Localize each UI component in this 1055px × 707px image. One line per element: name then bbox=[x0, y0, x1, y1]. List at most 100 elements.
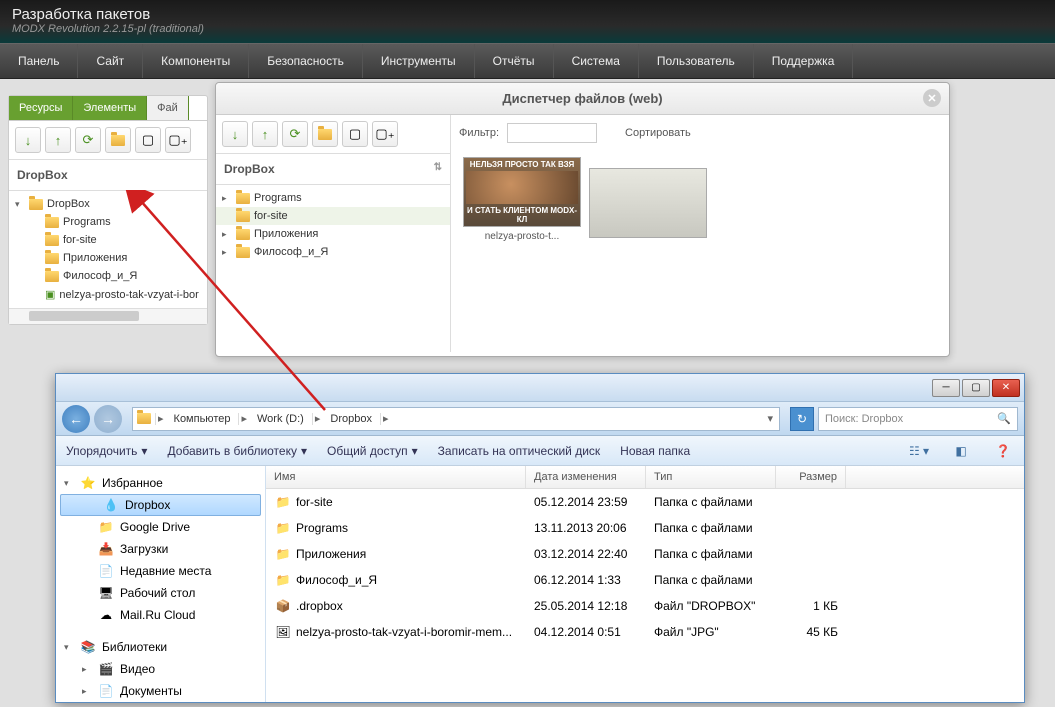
explorer-toolbar: Упорядочить ▾ Добавить в библиотеку ▾ Об… bbox=[56, 436, 1024, 466]
breadcrumb[interactable]: ▸Компьютер▸Work (D:)▸Dropbox▸▾ bbox=[132, 407, 780, 431]
back-button[interactable]: ← bbox=[62, 405, 90, 433]
search-input[interactable]: Поиск: Dropbox 🔍 bbox=[818, 407, 1018, 431]
page-add-icon[interactable]: ▢₊ bbox=[372, 121, 398, 147]
tree-node[interactable]: 🖥Рабочий стол bbox=[56, 582, 265, 604]
nav-item[interactable]: Пользователь bbox=[639, 44, 754, 78]
arrow-down-icon[interactable]: ↓ bbox=[222, 121, 248, 147]
arrow-down-icon[interactable]: ↓ bbox=[15, 127, 41, 153]
view-icon[interactable]: ☷ ▾ bbox=[908, 440, 930, 462]
breadcrumb-segment[interactable]: Work (D:) bbox=[249, 413, 313, 425]
explorer-list: Имя Дата изменения Тип Размер 📁for-site0… bbox=[266, 466, 1024, 702]
column-headers[interactable]: Имя Дата изменения Тип Размер bbox=[266, 466, 1024, 489]
breadcrumb-segment[interactable]: Dropbox bbox=[322, 413, 381, 425]
section-header[interactable]: DropBox bbox=[9, 160, 207, 191]
folder-icon[interactable] bbox=[312, 121, 338, 147]
add-library-menu[interactable]: Добавить в библиотеку ▾ bbox=[167, 444, 307, 458]
nav-item[interactable]: Компоненты bbox=[143, 44, 249, 78]
tab[interactable]: Элементы bbox=[73, 96, 147, 120]
nav-item[interactable]: Инструменты bbox=[363, 44, 475, 78]
page-icon[interactable]: ▢ bbox=[342, 121, 368, 147]
modx-nav: ПанельСайтКомпонентыБезопасностьИнструме… bbox=[0, 43, 1055, 79]
col-size[interactable]: Размер bbox=[776, 466, 846, 488]
dialog-section-header[interactable]: DropBox ⇅ bbox=[216, 154, 450, 185]
tree-item[interactable]: ▾DropBox bbox=[9, 195, 207, 213]
tree-node[interactable]: 💧Dropbox bbox=[60, 494, 261, 516]
thumbnail[interactable]: НЕЛЬЗЯ ПРОСТО ТАК ВЗЯИ СТАТЬ КЛИЕНТОМ MO… bbox=[463, 157, 581, 242]
organize-menu[interactable]: Упорядочить ▾ bbox=[66, 444, 147, 458]
dialog-tree: ▸Programsfor-site▸Приложения▸Философ_и_Я bbox=[216, 185, 450, 265]
left-toolbar: ↓ ↑ ⟳ ▢ ▢₊ bbox=[9, 121, 207, 160]
tree-node[interactable] bbox=[56, 626, 265, 636]
tree-item[interactable]: ▸Programs bbox=[216, 189, 450, 207]
tree-item[interactable]: Programs bbox=[9, 213, 207, 231]
filter-input[interactable] bbox=[507, 123, 597, 143]
tree-node[interactable]: 📁Google Drive bbox=[56, 516, 265, 538]
help-icon[interactable]: ❓ bbox=[992, 440, 1014, 462]
modx-header: Разработка пакетов MODX Revolution 2.2.1… bbox=[0, 0, 1055, 43]
page-title: Разработка пакетов bbox=[12, 6, 1043, 23]
arrow-up-icon[interactable]: ↑ bbox=[45, 127, 71, 153]
new-folder-button[interactable]: Новая папка bbox=[620, 444, 690, 458]
tree-node[interactable]: ▾📚Библиотеки bbox=[56, 636, 265, 658]
file-row[interactable]: 📦.dropbox25.05.2014 12:18Файл "DROPBOX"1… bbox=[266, 593, 1024, 619]
nav-item[interactable]: Система bbox=[554, 44, 639, 78]
file-row[interactable]: 📁Programs13.11.2013 20:06Папка с файлами bbox=[266, 515, 1024, 541]
tree-item[interactable]: for-site bbox=[9, 231, 207, 249]
close-icon[interactable]: ✕ bbox=[923, 89, 941, 107]
forward-button[interactable]: → bbox=[94, 405, 122, 433]
tab[interactable]: Ресурсы bbox=[9, 96, 73, 120]
modx-left-panel: РесурсыЭлементыФай ↓ ↑ ⟳ ▢ ▢₊ DropBox ▾D… bbox=[8, 95, 208, 325]
refresh-icon[interactable]: ⟳ bbox=[75, 127, 101, 153]
tree-item[interactable]: Философ_и_Я bbox=[9, 267, 207, 285]
dialog-toolbar: ↓ ↑ ⟳ ▢ ▢₊ bbox=[216, 115, 450, 154]
tree-node[interactable]: ▾⭐Избранное bbox=[56, 472, 265, 494]
chevron-updown-icon[interactable]: ⇅ bbox=[434, 162, 442, 173]
nav-item[interactable]: Поддержка bbox=[754, 44, 854, 78]
tree-item[interactable]: Приложения bbox=[9, 249, 207, 267]
arrow-up-icon[interactable]: ↑ bbox=[252, 121, 278, 147]
nav-item[interactable]: Отчёты bbox=[475, 44, 554, 78]
explorer-navbar: ← → ▸Компьютер▸Work (D:)▸Dropbox▸▾ ↻ Пои… bbox=[56, 402, 1024, 436]
page-subtitle: MODX Revolution 2.2.15-pl (traditional) bbox=[12, 23, 1043, 35]
maximize-button[interactable]: ▢ bbox=[962, 379, 990, 397]
file-row[interactable]: 📁Философ_и_Я06.12.2014 1:33Папка с файла… bbox=[266, 567, 1024, 593]
tab[interactable]: Фай bbox=[147, 96, 189, 120]
search-icon: 🔍 bbox=[997, 412, 1011, 425]
refresh-button[interactable]: ↻ bbox=[790, 407, 814, 431]
tree-node[interactable]: ▸🎬Видео bbox=[56, 658, 265, 680]
filter-row: Фильтр: Сортировать bbox=[459, 123, 941, 143]
refresh-icon[interactable]: ⟳ bbox=[282, 121, 308, 147]
tree-item[interactable]: ▸Философ_и_Я bbox=[216, 243, 450, 261]
burn-button[interactable]: Записать на оптический диск bbox=[438, 444, 601, 458]
tree-item[interactable]: ▸Приложения bbox=[216, 225, 450, 243]
nav-item[interactable]: Панель bbox=[0, 44, 78, 78]
tabs-row: РесурсыЭлементыФай bbox=[9, 96, 207, 121]
file-row[interactable]: 🖼nelzya-prosto-tak-vzyat-i-boromir-mem..… bbox=[266, 619, 1024, 645]
tree-node[interactable]: ☁Mail.Ru Cloud bbox=[56, 604, 265, 626]
share-menu[interactable]: Общий доступ ▾ bbox=[327, 444, 418, 458]
page-icon[interactable]: ▢ bbox=[135, 127, 161, 153]
file-row[interactable]: 📁Приложения03.12.2014 22:40Папка с файла… bbox=[266, 541, 1024, 567]
file-row[interactable]: 📁for-site05.12.2014 23:59Папка с файлами bbox=[266, 489, 1024, 515]
nav-item[interactable]: Безопасность bbox=[249, 44, 363, 78]
minimize-button[interactable]: ─ bbox=[932, 379, 960, 397]
thumbnail[interactable] bbox=[589, 168, 707, 242]
col-type[interactable]: Тип bbox=[646, 466, 776, 488]
modx-tree: ▾DropBoxProgramsfor-siteПриложенияФилосо… bbox=[9, 191, 207, 308]
sort-label: Сортировать bbox=[625, 127, 691, 139]
preview-pane-icon[interactable]: ◧ bbox=[950, 440, 972, 462]
tree-node[interactable]: 📥Загрузки bbox=[56, 538, 265, 560]
horizontal-scrollbar[interactable] bbox=[9, 308, 207, 324]
col-date[interactable]: Дата изменения bbox=[526, 466, 646, 488]
folder-icon[interactable] bbox=[105, 127, 131, 153]
thumbnails: НЕЛЬЗЯ ПРОСТО ТАК ВЗЯИ СТАТЬ КЛИЕНТОМ MO… bbox=[459, 153, 941, 247]
tree-node[interactable]: 📄Недавние места bbox=[56, 560, 265, 582]
close-button[interactable]: ✕ bbox=[992, 379, 1020, 397]
col-name[interactable]: Имя bbox=[266, 466, 526, 488]
page-add-icon[interactable]: ▢₊ bbox=[165, 127, 191, 153]
tree-item[interactable]: for-site bbox=[216, 207, 450, 225]
nav-item[interactable]: Сайт bbox=[78, 44, 143, 78]
tree-item[interactable]: ▣nelzya-prosto-tak-vzyat-i-bor bbox=[9, 285, 207, 304]
breadcrumb-segment[interactable]: Компьютер bbox=[166, 413, 240, 425]
tree-node[interactable]: ▸📄Документы bbox=[56, 680, 265, 702]
